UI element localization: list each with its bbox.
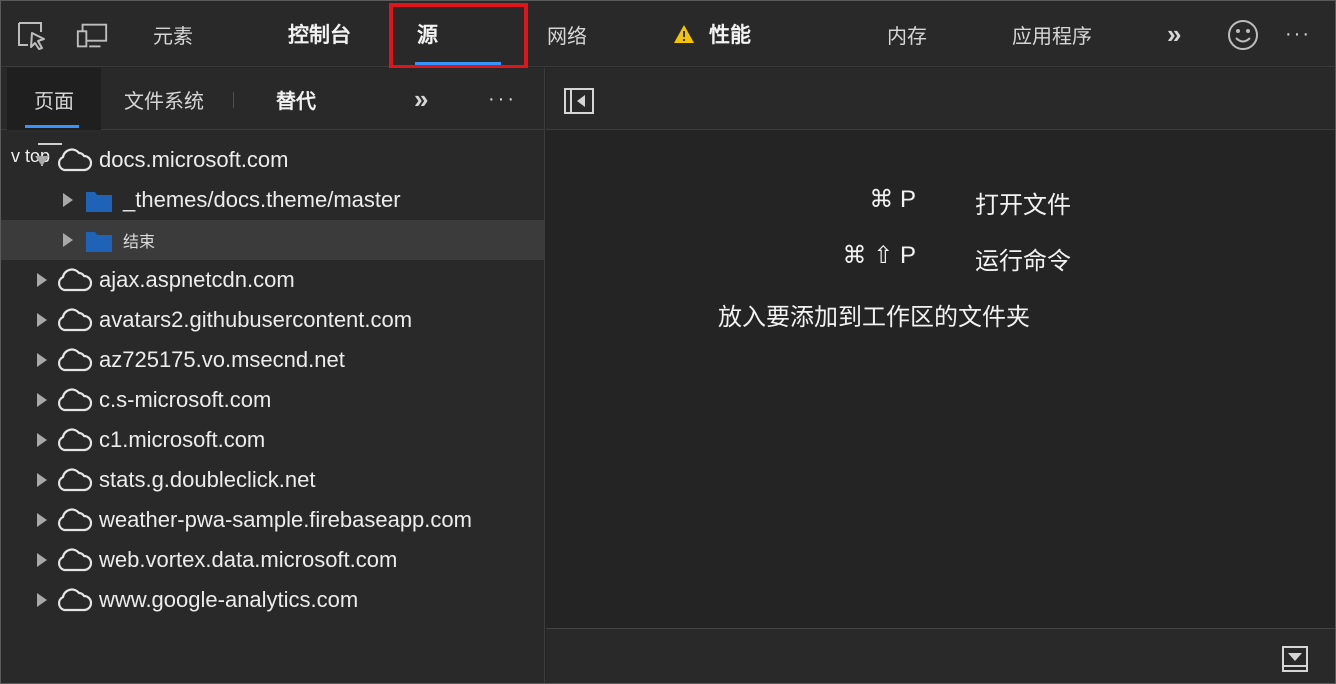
main-toolbar: 元素 控制台 源 网络 性能 内存 应用程序 » ··· (1, 1, 1335, 67)
tree-item-label: 结束 (123, 234, 156, 251)
run-command-shortcut-label: 运行命令 (975, 248, 1071, 275)
tree-folder-row[interactable]: _themes/docs.theme/master (1, 180, 545, 220)
navigator-menu-button[interactable]: ··· (488, 68, 517, 130)
editor-pane: ⌘ P 打开文件 ⌘ ⇧ P 运行命令 放入要添加到工作区的文件夹 (546, 68, 1335, 683)
tab-performance[interactable]: 性能 (673, 1, 751, 67)
tab-memory-label: 内存 (887, 25, 927, 48)
navigator-menu-label: ··· (488, 87, 517, 110)
warning-icon (674, 25, 694, 43)
tab-elements[interactable]: 元素 (153, 1, 193, 67)
tab-overrides-label: 替代 (276, 90, 316, 113)
tab-network[interactable]: 网络 (547, 1, 587, 67)
drawer-toggle-icon[interactable] (1282, 646, 1308, 672)
tree-domain-row[interactable]: www.google-analytics.com (1, 580, 545, 620)
more-subtabs-label: » (414, 83, 429, 114)
open-file-shortcut-keys: ⌘ P (869, 186, 916, 213)
customize-menu-label: ··· (1285, 22, 1311, 45)
tree-domain-row[interactable]: c1.microsoft.com (1, 420, 545, 460)
tree-item-label: c.s-microsoft.com (99, 387, 272, 412)
navigator-pane: 页面 文件系统 替代 » ··· v top docs.microsoft.co… (1, 68, 545, 683)
expand-arrow-right-icon[interactable] (63, 193, 73, 207)
subtab-divider (233, 92, 234, 108)
tree-domain-row[interactable]: web.vortex.data.microsoft.com (1, 540, 545, 580)
tree-item-label: az725175.vo.msecnd.net (99, 347, 345, 372)
expand-arrow-right-icon[interactable] (37, 273, 47, 287)
folder-icon (86, 232, 112, 252)
cloud-icon (57, 508, 93, 532)
editor-status-bar (546, 628, 1335, 683)
tab-filesystem-label: 文件系统 (124, 90, 204, 113)
tree-item-label: weather-pwa-sample.firebaseapp.com (99, 507, 472, 532)
more-subtabs-button[interactable]: » (414, 68, 428, 130)
customize-menu-button[interactable]: ··· (1285, 1, 1311, 67)
editor-toolbar (546, 68, 1335, 130)
device-emulation-icon[interactable] (75, 19, 109, 53)
tree-item-label: stats.g.doubleclick.net (99, 467, 316, 492)
tree-domain-row[interactable]: avatars2.githubusercontent.com (1, 300, 545, 340)
navigator-tabs: 页面 文件系统 替代 » ··· (1, 68, 545, 130)
tree-domain-row[interactable]: docs.microsoft.com (1, 140, 545, 180)
tab-memory[interactable]: 内存 (887, 1, 927, 67)
cloud-icon (57, 428, 93, 452)
run-command-shortcut-keys: ⌘ ⇧ P (842, 242, 916, 269)
expand-arrow-right-icon[interactable] (37, 593, 47, 607)
tree-item-label: avatars2.githubusercontent.com (99, 307, 413, 332)
sources-tab-highlight (389, 3, 528, 69)
cloud-icon (57, 388, 93, 412)
drop-folder-hint: 放入要添加到工作区的文件夹 (718, 304, 1030, 331)
tab-filesystem[interactable]: 文件系统 (124, 68, 204, 130)
tab-console-label: 控制台 (288, 24, 351, 47)
tab-network-label: 网络 (547, 25, 587, 48)
tree-item-label: www.google-analytics.com (99, 587, 359, 612)
tree-domain-row[interactable]: weather-pwa-sample.firebaseapp.com (1, 500, 545, 540)
expand-arrow-right-icon[interactable] (37, 513, 47, 527)
expand-arrow-right-icon[interactable] (37, 353, 47, 367)
cloud-icon (57, 348, 93, 372)
cloud-icon (57, 588, 93, 612)
open-file-shortcut-label: 打开文件 (975, 192, 1071, 219)
expand-arrow-right-icon[interactable] (37, 433, 47, 447)
tab-application[interactable]: 应用程序 (1012, 1, 1092, 67)
inspect-element-icon[interactable] (15, 19, 49, 53)
cloud-icon (57, 548, 93, 572)
tab-page-label: 页面 (34, 90, 74, 113)
tree-item-label: ajax.aspnetcdn.com (99, 267, 295, 292)
tree-item-label: c1.microsoft.com (99, 427, 266, 452)
tree-domain-row[interactable]: ajax.aspnetcdn.com (1, 260, 545, 300)
cloud-icon (57, 148, 93, 172)
tab-page[interactable]: 页面 (7, 68, 101, 130)
tab-console[interactable]: 控制台 (288, 1, 351, 67)
expand-arrow-right-icon[interactable] (37, 313, 47, 327)
expand-arrow-right-icon[interactable] (37, 473, 47, 487)
cloud-icon (57, 468, 93, 492)
tab-application-label: 应用程序 (1012, 25, 1092, 48)
tree-item-label: _themes/docs.theme/master (123, 187, 401, 212)
tree-item-label: web.vortex.data.microsoft.com (99, 547, 398, 572)
sidebar-toggle-icon[interactable] (564, 88, 594, 114)
folder-icon (86, 192, 112, 212)
tab-elements-label: 元素 (153, 25, 193, 48)
tree-domain-row[interactable]: c.s-microsoft.com (1, 380, 545, 420)
cloud-icon (57, 308, 93, 332)
expand-arrow-right-icon[interactable] (37, 393, 47, 407)
tree-folder-row[interactable]: 结束 (1, 220, 545, 260)
more-tabs-button[interactable]: » (1167, 1, 1181, 67)
expand-arrow-right-icon[interactable] (37, 553, 47, 567)
cloud-icon (57, 268, 93, 292)
active-subtab-indicator (25, 125, 79, 128)
tree-item-label: docs.microsoft.com (99, 147, 289, 172)
smiley-feedback-icon[interactable] (1225, 17, 1261, 53)
tree-domain-row[interactable]: stats.g.doubleclick.net (1, 460, 545, 500)
tree-domain-row[interactable]: az725175.vo.msecnd.net (1, 340, 545, 380)
tab-performance-label: 性能 (709, 24, 751, 47)
tab-overrides[interactable]: 替代 (276, 68, 316, 130)
expand-arrow-down-icon[interactable] (35, 156, 49, 166)
expand-arrow-right-icon[interactable] (63, 233, 73, 247)
more-tabs-label: » (1167, 18, 1182, 49)
